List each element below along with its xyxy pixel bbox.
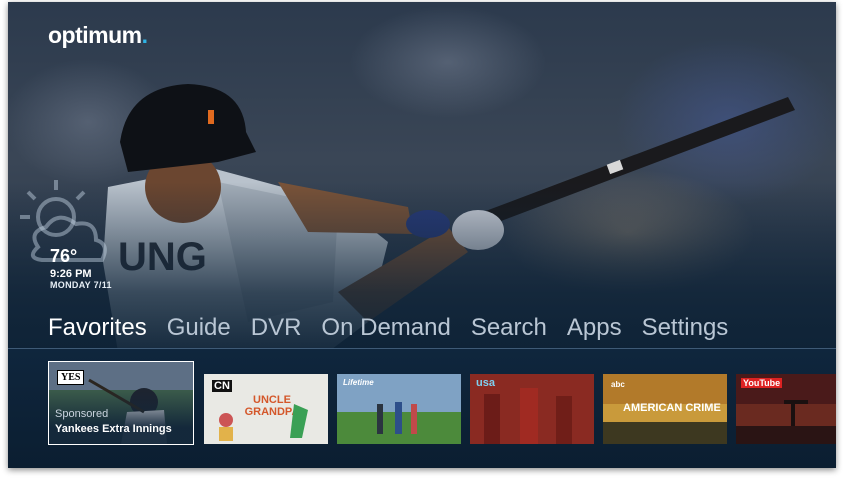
nav-dvr[interactable]: DVR [251, 314, 302, 342]
nav-settings[interactable]: Settings [642, 314, 729, 342]
tile-lifetime[interactable]: Lifetime [337, 374, 461, 444]
show-title-american-crime: AMERICAN CRIME [623, 402, 721, 414]
nav-guide[interactable]: Guide [167, 314, 231, 342]
yes-network-logo: YES [57, 370, 85, 385]
usa-logo: usa [476, 377, 495, 389]
abc-logo: abc [611, 380, 625, 389]
lifetime-logo: Lifetime [343, 378, 374, 387]
tv-screen: UNG optimum. 76° 9:26 PM MONDAY 7/11 Fav… [8, 2, 836, 468]
youtube-logo: YouTube [741, 378, 783, 388]
weather-temperature: 76° [50, 246, 78, 266]
sponsored-label: Sponsored [55, 408, 109, 420]
tile-usa[interactable]: usa [470, 374, 594, 444]
main-nav: Favorites Guide DVR On Demand Search App… [48, 308, 728, 348]
nav-favorites[interactable]: Favorites [48, 314, 147, 342]
nav-on-demand[interactable]: On Demand [321, 314, 450, 342]
featured-title: Yankees Extra Innings [55, 423, 172, 435]
tile-cartoon-network[interactable]: CN UNCLE GRANDPA [204, 374, 328, 444]
tile-abc[interactable]: abc AMERICAN CRIME [603, 374, 727, 444]
featured-tile[interactable]: YES Sponsored Yankees Extra Innings [48, 361, 194, 445]
cartoon-characters [219, 404, 308, 441]
nav-apps[interactable]: Apps [567, 314, 622, 342]
nav-search[interactable]: Search [471, 314, 547, 342]
tile-youtube[interactable]: YouTube [736, 374, 836, 444]
current-date: MONDAY 7/11 [50, 280, 112, 290]
optimum-logo: optimum. [48, 22, 148, 48]
current-time: 9:26 PM [50, 268, 92, 280]
